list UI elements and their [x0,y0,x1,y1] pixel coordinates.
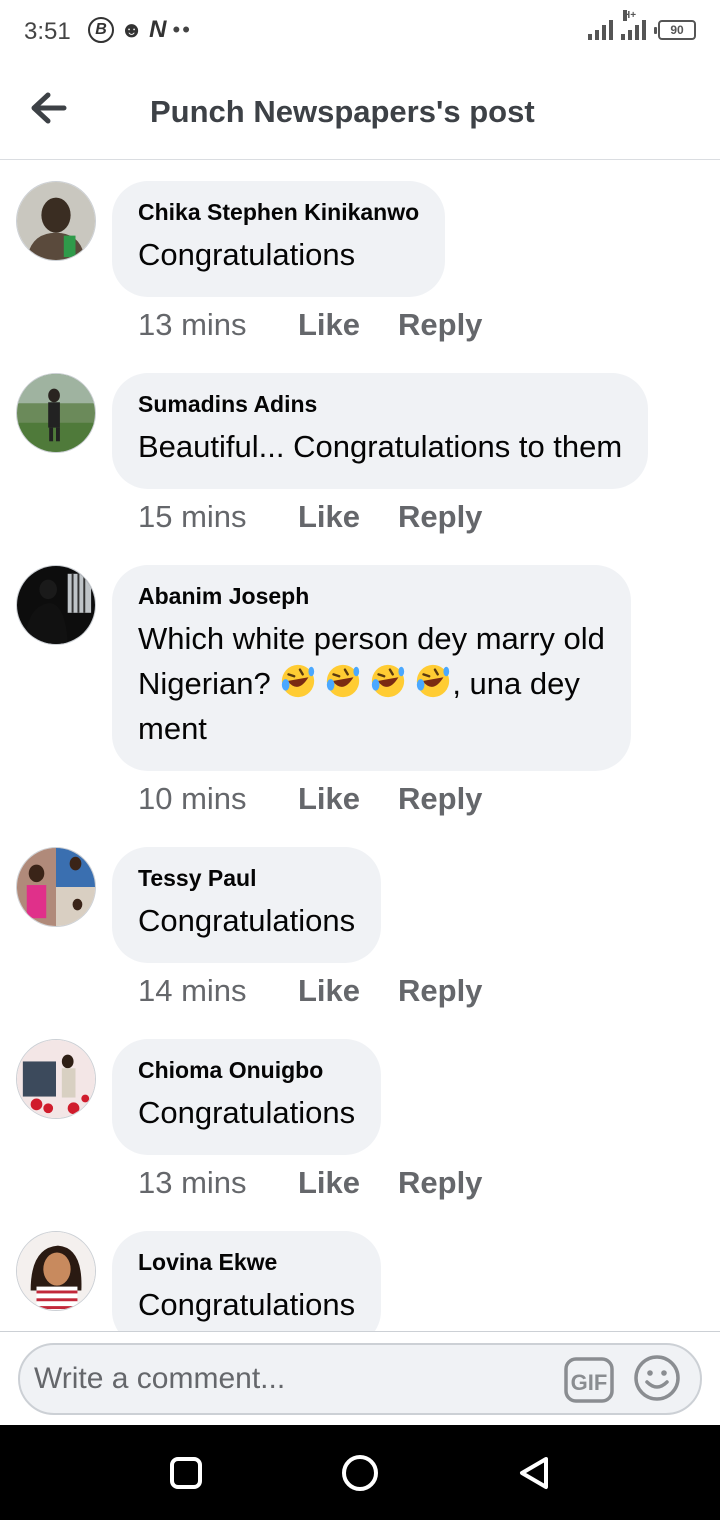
comment-bubble: Tessy Paul Congratulations [112,847,382,963]
reply-button[interactable]: Reply [398,973,482,1009]
network-type: H+ [623,10,637,21]
like-button[interactable]: Like [298,307,398,343]
comment-list[interactable]: Chika Stephen Kinikanwo Congratulations … [0,161,720,1331]
signal-icon [588,18,613,40]
person-add-icon: ☻ [120,17,144,42]
rolling-laughing-emoji-icon [327,664,360,698]
comment-composer: GIF [0,1331,720,1425]
comment-bubble: Abanim Joseph Which white person dey mar… [112,565,631,771]
signal-hplus-icon: H+ [621,10,646,40]
comment-text: Congratulations [138,1095,356,1130]
comment-bubble: Lovina Ekwe Congratulations [112,1231,382,1331]
system-nav-bar [0,1425,720,1520]
status-time: 3:51 [24,18,71,45]
gif-icon[interactable]: GIF [563,1354,615,1406]
reply-button[interactable]: Reply [398,1165,482,1201]
n-icon: N [149,16,167,43]
comment-bubble: Chioma Onuigbo Congratulations [112,1039,382,1155]
avatar[interactable] [16,847,96,927]
comment-text-line: , una dey [452,666,580,701]
comment-bubble: Chika Stephen Kinikanwo Congratulations [112,181,446,297]
comment-text: Congratulations [138,1287,356,1322]
avatar[interactable] [16,1039,96,1119]
comment-author[interactable]: Lovina Ekwe [138,1249,355,1276]
comment-text-line: Nigerian? [138,666,271,701]
comment-actions: 10 mins Like Reply [138,781,482,817]
comment-author[interactable]: Sumadins Adins [138,391,622,418]
rolling-laughing-emoji-icon [282,664,315,698]
comment-actions: 15 mins Like Reply [138,499,482,535]
comment-input[interactable] [34,1357,554,1401]
battery-icon: 90 [654,20,696,40]
comment-author[interactable]: Abanim Joseph [138,583,605,610]
avatar[interactable] [16,1231,96,1311]
comment-input-box[interactable]: GIF [18,1343,702,1415]
comment-author[interactable]: Tessy Paul [138,865,355,892]
smiley-face-icon[interactable] [632,1353,682,1403]
arrow-left-icon[interactable] [26,86,70,130]
comment-time: 14 mins [138,973,247,1008]
battery-level: 90 [670,23,684,37]
comment-time: 13 mins [138,307,247,342]
comment-author[interactable]: Chika Stephen Kinikanwo [138,199,419,226]
avatar[interactable] [16,181,96,261]
comment-time: 15 mins [138,499,247,534]
like-button[interactable]: Like [298,973,398,1009]
post-header: Punch Newspapers's post [0,64,720,160]
comment-text: Which white person dey marry old Nigeria… [138,616,605,751]
avatar[interactable] [16,373,96,453]
comment-time: 10 mins [138,781,247,816]
comment-actions: 14 mins Like Reply [138,973,482,1009]
gif-label: GIF [571,1370,608,1395]
reply-button[interactable]: Reply [398,781,482,817]
comment-text-line: Which white person dey marry old [138,621,605,656]
reply-button[interactable]: Reply [398,499,482,535]
comment-actions: 13 mins Like Reply [138,1165,482,1201]
like-button[interactable]: Like [298,1165,398,1201]
status-notification-icons: B ☻ N •• [88,16,192,44]
status-bar: 3:51 B ☻ N •• H+ 90 [0,0,720,64]
like-button[interactable]: Like [298,499,398,535]
comment-text: Congratulations [138,237,356,272]
b-circle-icon: B [88,17,114,43]
page-title: Punch Newspapers's post [150,94,535,129]
comment-time: 13 mins [138,1165,247,1200]
more-dots-icon: •• [172,17,192,42]
comment-text: Beautiful... Congratulations to them [138,429,623,464]
comment-text: Congratulations [138,903,356,938]
reply-button[interactable]: Reply [398,307,482,343]
comment-bubble: Sumadins Adins Beautiful... Congratulati… [112,373,649,489]
comment-text-line: ment [138,711,207,746]
comment-author[interactable]: Chioma Onuigbo [138,1057,355,1084]
recents-square-icon[interactable] [166,1453,206,1493]
home-circle-icon[interactable] [340,1453,380,1493]
back-triangle-icon[interactable] [514,1453,554,1493]
like-button[interactable]: Like [298,781,398,817]
rolling-laughing-emoji-icon [372,664,405,698]
rolling-laughing-emoji-icon [417,664,450,698]
status-system-icons: H+ 90 [588,10,696,40]
avatar[interactable] [16,565,96,645]
comment-actions: 13 mins Like Reply [138,307,482,343]
